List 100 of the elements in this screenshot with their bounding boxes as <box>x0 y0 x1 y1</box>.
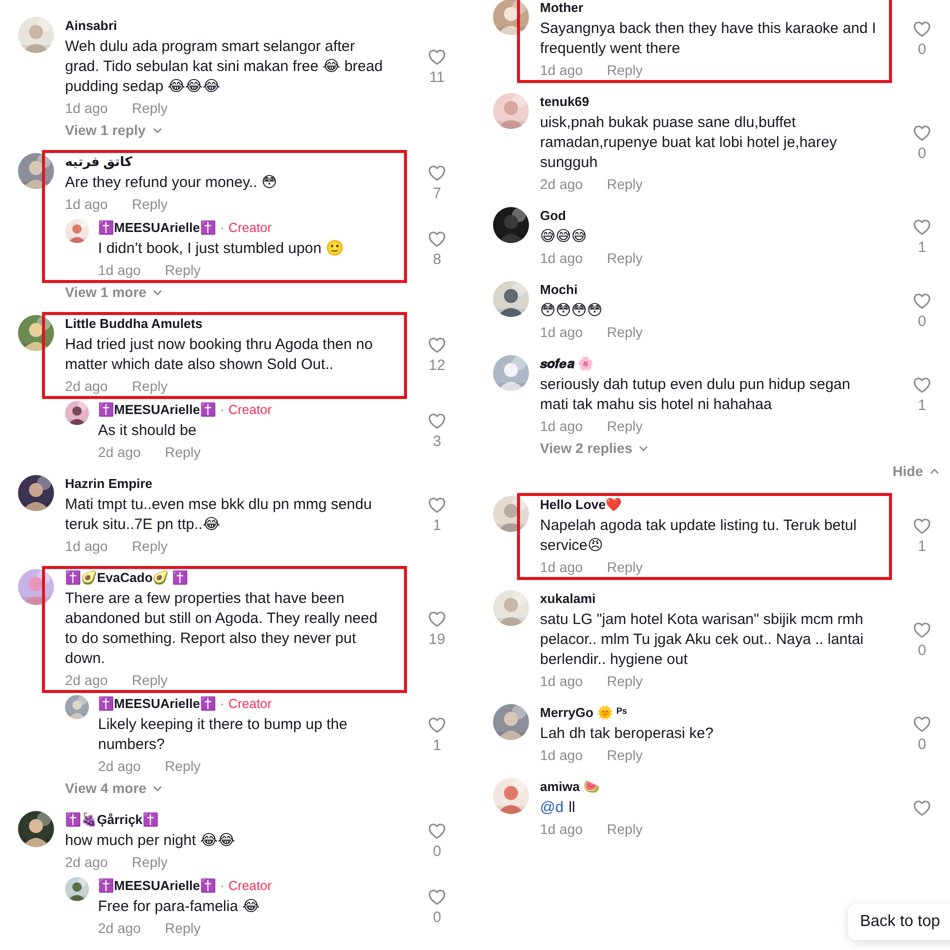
timestamp: 1d ago <box>540 323 583 341</box>
heart-icon[interactable] <box>427 715 447 735</box>
like-count: 0 <box>918 642 926 660</box>
creator-label: Creator <box>228 219 272 237</box>
username[interactable]: amiwa 🍉 <box>540 778 600 796</box>
like-count: 0 <box>918 41 926 59</box>
heart-icon[interactable] <box>427 229 447 249</box>
reply-link[interactable]: Reply <box>132 537 168 555</box>
heart-icon[interactable] <box>912 19 932 39</box>
username[interactable]: Hazrin Empire <box>65 475 152 493</box>
like-count: 1 <box>432 517 442 535</box>
username[interactable]: ✝MEESUArielle✝ <box>98 219 216 237</box>
reply-link[interactable]: Reply <box>606 820 643 838</box>
like-count: 8 <box>432 251 442 269</box>
reply-link[interactable]: Reply <box>606 175 643 193</box>
reply-link[interactable]: Reply <box>132 195 168 213</box>
heart-icon[interactable] <box>427 163 447 183</box>
timestamp: 1d ago <box>98 261 141 279</box>
comment-text: seriously dah tutup even dulu pun hidup segan mati tak mahu sis hotel ni hahahaa <box>540 375 852 415</box>
reply-link[interactable]: Reply <box>132 853 168 871</box>
reply-link[interactable]: Reply <box>606 323 643 341</box>
heart-icon[interactable] <box>912 798 932 818</box>
hide-link[interactable]: Hide <box>892 461 923 482</box>
username[interactable]: ✝🍇Ģårriçk✝ <box>65 811 159 829</box>
heart-icon[interactable] <box>912 375 932 395</box>
like-count: 0 <box>918 145 926 163</box>
reply-link[interactable]: Reply <box>132 671 168 689</box>
username[interactable]: ✝🥑EvaCado🥑 ✝ <box>65 569 188 587</box>
reply-link[interactable]: Reply <box>164 261 201 279</box>
reply-link[interactable]: Reply <box>164 919 201 937</box>
creator-label: Creator <box>228 695 272 713</box>
heart-icon[interactable] <box>427 411 447 431</box>
heart-icon[interactable] <box>427 495 447 515</box>
username[interactable]: tenuk69 <box>540 93 590 111</box>
mention-link[interactable]: @d <box>540 798 564 818</box>
timestamp: 2d ago <box>65 377 108 395</box>
username[interactable]: Ainsabri <box>65 17 118 35</box>
timestamp: 2d ago <box>98 757 141 775</box>
heart-icon[interactable] <box>912 516 932 536</box>
view-replies-link[interactable]: View 4 more <box>65 779 146 797</box>
reply-link[interactable]: Reply <box>164 443 201 461</box>
view-replies-link[interactable]: View 1 reply <box>65 121 146 139</box>
comment-text: uisk,pnah bukak puase sane dlu,buffet ramadan,rupenye buat kat lobi hotel je,harey sungguh <box>540 113 838 173</box>
username[interactable]: God <box>540 207 566 225</box>
reply-link[interactable]: Reply <box>606 672 643 690</box>
like-count: 7 <box>432 185 442 203</box>
reply-link[interactable]: Reply <box>606 558 643 576</box>
heart-icon[interactable] <box>427 335 447 355</box>
username[interactable]: كاتق فرتيه <box>65 153 132 171</box>
timestamp: 2d ago <box>98 443 141 461</box>
comment-text: Had tried just now booking thru Agoda then no matter which date also shown Sold Out.. <box>65 335 374 375</box>
reply-link[interactable]: Reply <box>132 377 168 395</box>
like-count: 0 <box>918 313 926 331</box>
reply-link[interactable]: Reply <box>606 249 643 267</box>
heart-icon[interactable] <box>427 609 447 629</box>
separator-dot: · <box>220 219 224 237</box>
timestamp: 2d ago <box>98 919 141 937</box>
timestamp: 1d ago <box>540 417 583 435</box>
reply-link[interactable]: Reply <box>132 99 168 117</box>
heart-icon[interactable] <box>912 217 932 237</box>
back-to-top-button[interactable]: Back to top <box>848 904 950 940</box>
heart-icon[interactable] <box>912 714 932 734</box>
username[interactable]: Hello Love❤ <box>540 496 622 514</box>
comment-text: Napelah agoda tak update listing tu. Teruk betul service😠 <box>540 516 858 556</box>
heart-icon[interactable] <box>912 123 932 143</box>
reply-link[interactable]: Reply <box>164 757 201 775</box>
username[interactable]: MerryGo 🌞 ᴾˢ <box>540 704 628 722</box>
comment-text: ll <box>568 798 576 818</box>
like-count: 1 <box>918 538 926 556</box>
comment-text: Sayangnya back then they have this karaoke and I frequently went there <box>540 19 878 59</box>
heart-icon[interactable] <box>912 620 932 640</box>
username[interactable]: xukalami <box>540 590 596 608</box>
like-count: 1 <box>432 737 442 755</box>
comment-text: Lah dh tak beroperasi ke? <box>540 724 714 744</box>
reply-link[interactable]: Reply <box>606 417 643 435</box>
like-count: 3 <box>432 433 442 451</box>
timestamp: 2d ago <box>65 853 108 871</box>
like-count: 0 <box>432 909 442 927</box>
comment-text: As it should be <box>98 421 198 441</box>
heart-icon[interactable] <box>427 47 447 67</box>
view-replies-link[interactable]: View 1 more <box>65 283 146 301</box>
username[interactable]: 𝒔𝒐𝒇𝒆𝒂 🌸 <box>540 355 594 373</box>
heart-icon[interactable] <box>427 887 447 907</box>
comment-text: Weh dulu ada program smart selangor after grad. Tido sebulan kat sini makan free 😂 bread pudding sedap 😂😂😂 <box>65 37 384 97</box>
like-count: 0 <box>432 843 442 861</box>
timestamp: 1d ago <box>540 746 583 764</box>
separator-dot: · <box>220 695 224 713</box>
username[interactable]: ✝MEESUArielle✝ <box>98 877 216 895</box>
username[interactable]: ✝MEESUArielle✝ <box>98 695 216 713</box>
heart-icon[interactable] <box>912 291 932 311</box>
reply-link[interactable]: Reply <box>606 61 643 79</box>
username[interactable]: ✝MEESUArielle✝ <box>98 401 216 419</box>
username[interactable]: Little Buddha Amulets <box>65 315 202 333</box>
timestamp: 2d ago <box>540 175 583 193</box>
username[interactable]: Mother <box>540 0 584 17</box>
heart-icon[interactable] <box>427 821 447 841</box>
username[interactable]: Mochi <box>540 281 578 299</box>
reply-link[interactable]: Reply <box>606 746 643 764</box>
view-replies-link[interactable]: View 2 replies <box>540 439 632 457</box>
timestamp: 2d ago <box>65 671 108 689</box>
